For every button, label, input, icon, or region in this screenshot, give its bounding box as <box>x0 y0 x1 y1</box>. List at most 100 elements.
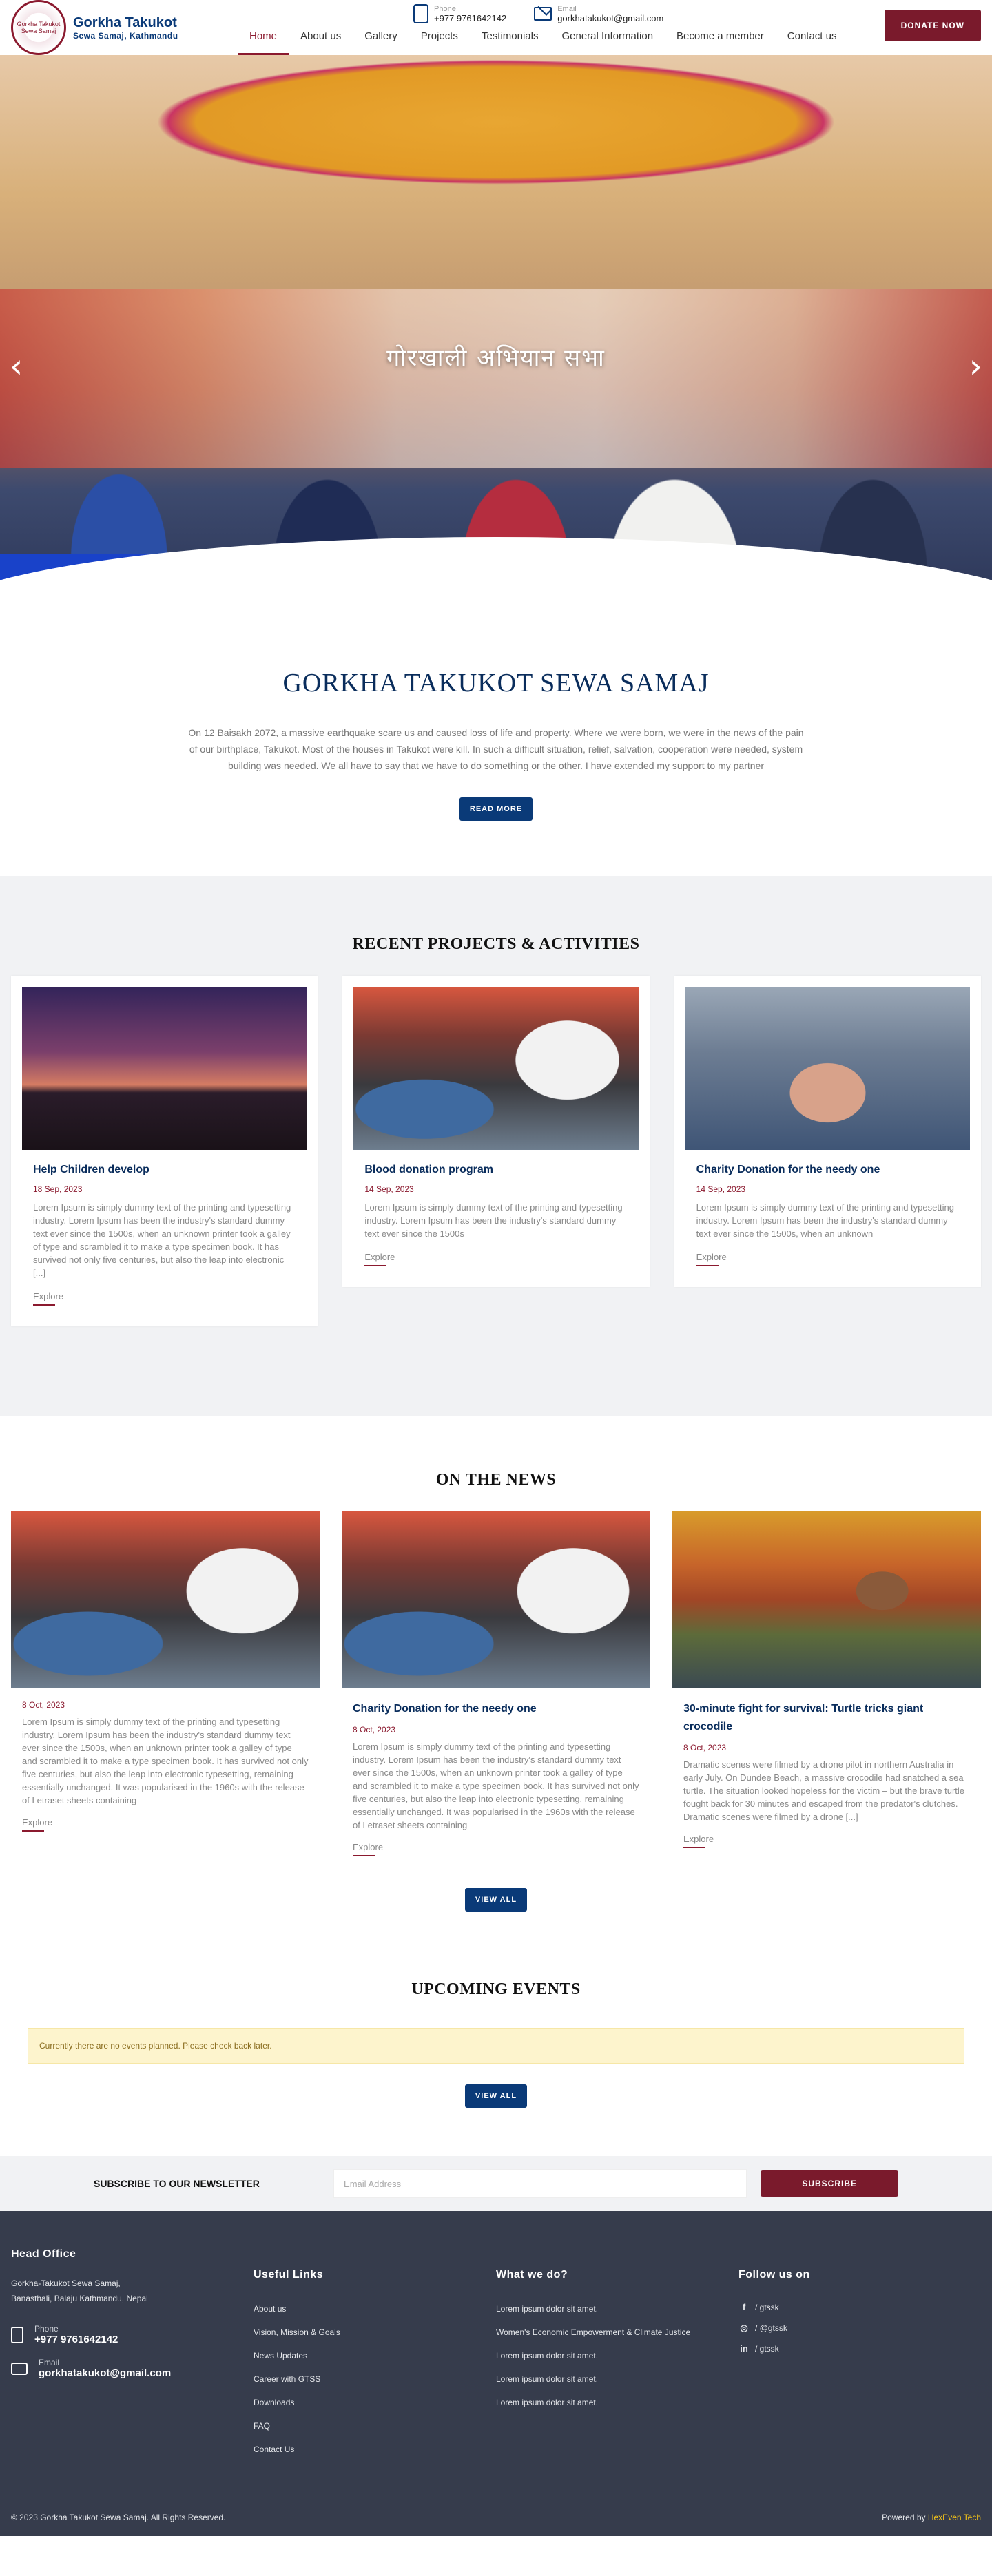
footer-phone-value: +977 9761642142 <box>34 2334 118 2345</box>
nav-item-contact-us[interactable]: Contact us <box>776 30 849 55</box>
news-excerpt: Dramatic scenes were filmed by a drone p… <box>683 1759 965 1822</box>
news-excerpt: Lorem Ipsum is simply dummy text of the … <box>353 1741 639 1830</box>
project-card[interactable]: Blood donation program 14 Sep, 2023 Lore… <box>342 976 650 1287</box>
read-more-button[interactable]: READ MORE <box>459 797 533 821</box>
donate-button[interactable]: DONATE NOW <box>884 10 981 41</box>
powered-brand-link[interactable]: HexEven Tech <box>928 2513 981 2522</box>
explore-link[interactable]: Explore <box>33 1291 63 1306</box>
what-we-do-link[interactable]: Lorem ipsum dolor sit amet. <box>496 2302 738 2316</box>
phone-value: +977 9761642142 <box>434 12 507 23</box>
linkedin-icon: in <box>740 2343 748 2354</box>
footer-link[interactable]: Vision, Mission & Goals <box>254 2325 496 2339</box>
social-link[interactable]: in / gtssk <box>738 2343 981 2354</box>
news-card-title[interactable]: 30-minute fight for survival: Turtle tri… <box>683 1700 970 1736</box>
project-image[interactable] <box>353 987 639 1150</box>
news-date: 8 Oct, 2023 <box>353 1725 396 1735</box>
slider-next-icon[interactable]: › <box>969 350 982 383</box>
what-we-do-link[interactable]: Lorem ipsum dolor sit amet. <box>496 2396 738 2409</box>
nav-item-about-us[interactable]: About us <box>289 30 353 55</box>
nav-item-testimonials[interactable]: Testimonials <box>470 30 550 55</box>
explore-link[interactable]: Explore <box>696 1252 727 1266</box>
explore-link[interactable]: Explore <box>22 1817 52 1832</box>
nav-item-gallery[interactable]: Gallery <box>353 30 409 55</box>
facebook-icon: f <box>742 2302 746 2312</box>
footer-link[interactable]: Downloads <box>254 2396 496 2409</box>
news-image[interactable] <box>342 1511 650 1688</box>
news-image[interactable] <box>11 1511 320 1688</box>
no-events-alert: Currently there are no events planned. P… <box>28 2028 964 2064</box>
news-card-title[interactable]: Charity Donation for the needy one <box>353 1700 639 1718</box>
news-title: ON THE NEWS <box>435 1471 557 1489</box>
email-label: Email <box>557 4 577 13</box>
mail-icon <box>11 2362 28 2375</box>
footer-email[interactable]: Email gorkhatakukot@gmail.com <box>11 2358 254 2379</box>
nav-item-home[interactable]: Home <box>238 30 289 55</box>
project-excerpt: Lorem Ipsum is simply dummy text of the … <box>696 1202 954 1239</box>
subscribe-button[interactable]: SUBSCRIBE <box>761 2170 898 2197</box>
events-view-all-button[interactable]: VIEW ALL <box>464 2084 528 2108</box>
head-office-title: Head Office <box>11 2248 76 2260</box>
header-phone[interactable]: Phone +977 9761642142 <box>413 4 506 23</box>
explore-link[interactable]: Explore <box>353 1842 383 1856</box>
news-section: ON THE NEWS 8 Oct, 2023 Lorem Ipsum is s… <box>0 1416 992 1953</box>
project-image[interactable] <box>685 987 970 1150</box>
newsletter-label: SUBSCRIBE TO OUR NEWSLETTER <box>94 2178 260 2189</box>
projects-title: RECENT PROJECTS & ACTIVITIES <box>352 935 640 953</box>
news-card[interactable]: Charity Donation for the needy one 8 Oct… <box>342 1511 650 1856</box>
news-date: 8 Oct, 2023 <box>683 1743 727 1752</box>
logo-text: Gorkha Takukot Sewa Samaj <box>17 21 61 34</box>
mail-icon <box>534 7 552 21</box>
project-image[interactable] <box>22 987 307 1150</box>
newsletter-bar: SUBSCRIBE TO OUR NEWSLETTER Email Addres… <box>0 2156 992 2211</box>
social-link[interactable]: f / gtssk <box>738 2302 981 2313</box>
logo-icon: Gorkha Takukot Sewa Samaj <box>11 0 66 55</box>
social-handle: / @gtssk <box>755 2323 787 2333</box>
intro-title: GORKHA TAKUKOT SEWA SAMAJ <box>282 669 710 698</box>
what-we-do-link[interactable]: Lorem ipsum dolor sit amet. <box>496 2349 738 2363</box>
footer-link[interactable]: FAQ <box>254 2419 496 2433</box>
site-header: Gorkha Takukot Sewa Samaj Gorkha Takukot… <box>0 0 992 55</box>
footer-link[interactable]: Career with GTSS <box>254 2372 496 2386</box>
footer-phone-label: Phone <box>34 2324 59 2334</box>
social-handle: / gtssk <box>755 2344 779 2354</box>
news-image[interactable] <box>672 1511 981 1688</box>
news-date: 8 Oct, 2023 <box>22 1700 65 1710</box>
project-title[interactable]: Charity Donation for the needy one <box>696 1164 959 1176</box>
what-we-do-link[interactable]: Lorem ipsum dolor sit amet. <box>496 2372 738 2386</box>
news-excerpt: Lorem Ipsum is simply dummy text of the … <box>22 1717 309 1805</box>
nav-item-become-a-member[interactable]: Become a member <box>665 30 776 55</box>
logo-link[interactable]: Gorkha Takukot Sewa Samaj Gorkha Takukot… <box>11 0 178 55</box>
nav-item-general-information[interactable]: General Information <box>550 30 665 55</box>
what-we-do-link[interactable]: Women's Economic Empowerment & Climate J… <box>496 2325 738 2339</box>
footer-useful-links: Useful Links About us Vision, Mission & G… <box>254 2248 496 2466</box>
brand-title: Gorkha Takukot <box>73 14 177 30</box>
social-link[interactable]: ◎ / @gtssk <box>738 2323 981 2334</box>
news-view-all-button[interactable]: VIEW ALL <box>464 1888 528 1912</box>
project-date: 18 Sep, 2023 <box>33 1184 83 1194</box>
news-card[interactable]: 30-minute fight for survival: Turtle tri… <box>672 1511 981 1848</box>
project-card[interactable]: Charity Donation for the needy one 14 Se… <box>674 976 981 1287</box>
footer-link[interactable]: News Updates <box>254 2349 496 2363</box>
explore-link[interactable]: Explore <box>364 1252 395 1266</box>
footer-email-value: gorkhatakukot@gmail.com <box>39 2367 172 2379</box>
project-title[interactable]: Blood donation program <box>364 1164 627 1176</box>
project-card[interactable]: Help Children develop 18 Sep, 2023 Lorem… <box>11 976 318 1326</box>
explore-link[interactable]: Explore <box>683 1834 714 1848</box>
nav-item-projects[interactable]: Projects <box>409 30 470 55</box>
footer-what-we-do: What we do? Lorem ipsum dolor sit amet. W… <box>496 2248 738 2466</box>
phone-icon <box>413 4 428 23</box>
newsletter-email-input[interactable]: Email Address <box>333 2169 747 2198</box>
footer-link[interactable]: Contact Us <box>254 2442 496 2456</box>
slider-prev-icon[interactable]: ‹ <box>10 350 23 383</box>
instagram-icon: ◎ <box>740 2323 748 2333</box>
project-excerpt: Lorem Ipsum is simply dummy text of the … <box>364 1202 623 1239</box>
news-card[interactable]: 8 Oct, 2023 Lorem Ipsum is simply dummy … <box>11 1511 320 1832</box>
follow-title: Follow us on <box>738 2269 810 2281</box>
powered-by: Powered by HexEven Tech <box>882 2513 981 2522</box>
phone-label: Phone <box>434 4 456 13</box>
header-email[interactable]: Email gorkhatakukot@gmail.com <box>534 4 663 23</box>
footer-link[interactable]: About us <box>254 2302 496 2316</box>
project-title[interactable]: Help Children develop <box>33 1164 296 1176</box>
what-we-do-list: Lorem ipsum dolor sit amet. Women's Econo… <box>496 2302 738 2409</box>
footer-phone[interactable]: Phone +977 9761642142 <box>11 2324 254 2345</box>
